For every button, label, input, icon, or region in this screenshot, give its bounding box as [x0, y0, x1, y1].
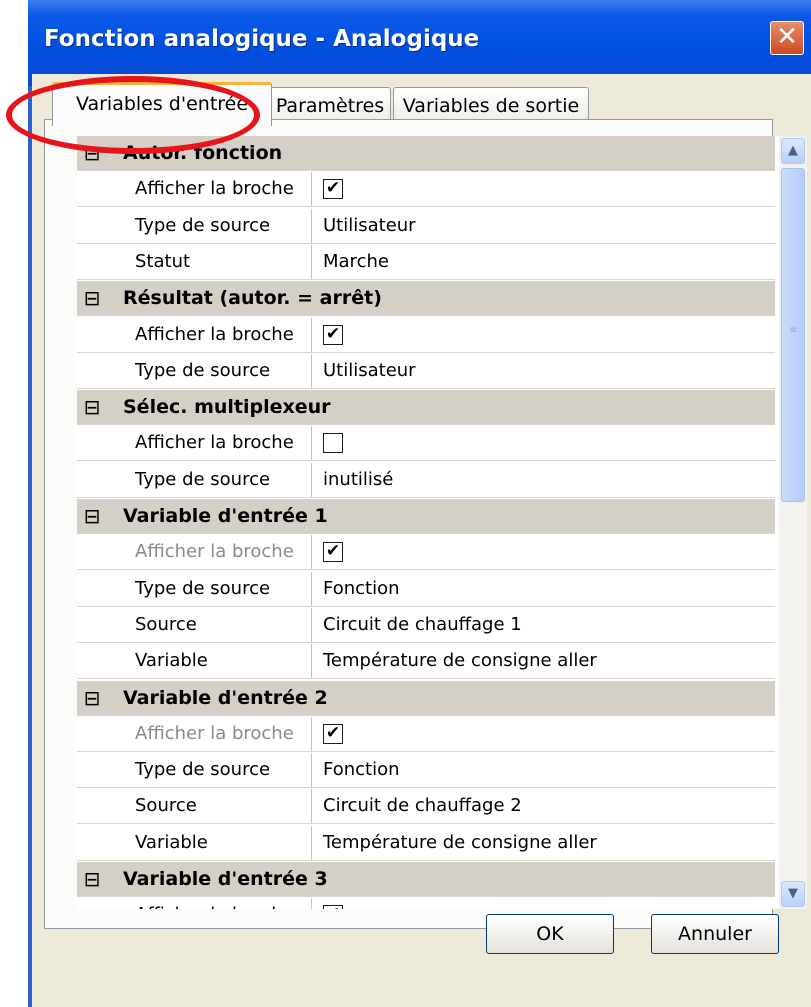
category-title: Variable d'entrée 3 [123, 868, 328, 890]
property-value[interactable]: ✔ [313, 717, 775, 751]
property-label: Type de source [129, 208, 312, 243]
category-header[interactable]: ⊟ Variable d'entrée 1 [77, 499, 775, 534]
property-label: Type de source [129, 571, 312, 606]
property-row[interactable]: Afficher la broche ✔ [77, 317, 775, 353]
property-row[interactable]: Afficher la broche ✔ [77, 535, 775, 571]
property-value[interactable]: ✔ [313, 535, 775, 569]
tab-label: Paramètres [275, 95, 385, 117]
vertical-scrollbar[interactable]: ▲ ≡ ▼ [779, 136, 807, 909]
show-pin-checkbox[interactable]: ✔ [323, 542, 343, 563]
property-row[interactable]: Variable Température de consigne aller [77, 825, 775, 861]
property-value[interactable]: Circuit de chauffage 2 [313, 789, 775, 823]
show-pin-checkbox[interactable] [323, 433, 343, 454]
property-value[interactable]: ✔ [313, 172, 775, 206]
property-label: Source [129, 789, 312, 824]
category-title: Résultat (autor. = arrêt) [123, 287, 382, 310]
show-pin-checkbox[interactable]: ✔ [323, 179, 343, 200]
ok-button[interactable]: OK [486, 914, 614, 954]
property-label: Afficher la broche [129, 716, 312, 751]
property-value[interactable] [313, 426, 775, 460]
category-header[interactable]: ⊟ Variable d'entrée 3 [77, 862, 775, 897]
close-button[interactable]: ✕ [770, 21, 804, 55]
collapse-icon[interactable]: ⊟ [81, 687, 103, 709]
property-value[interactable]: Fonction [313, 753, 775, 787]
chevron-up-icon: ▲ [788, 143, 798, 158]
property-row[interactable]: Type de source inutilisé [77, 462, 775, 498]
show-pin-checkbox[interactable]: ✔ [323, 723, 343, 744]
property-value[interactable]: Marche [313, 245, 775, 279]
property-label: Variable [129, 825, 312, 860]
property-label: Type de source [129, 353, 312, 388]
property-label: Type de source [129, 462, 312, 497]
show-pin-checkbox[interactable]: ✔ [323, 324, 343, 345]
chevron-down-icon: ▼ [788, 886, 798, 901]
property-value[interactable]: Utilisateur [313, 354, 775, 388]
property-row[interactable]: Afficher la broche ✔ [77, 716, 775, 752]
property-value[interactable]: ✔ [313, 898, 775, 909]
collapse-icon[interactable]: ⊟ [81, 287, 103, 309]
property-label: Afficher la broche [129, 898, 312, 909]
property-value[interactable]: Température de consigne aller [313, 826, 775, 860]
property-row[interactable]: Type de source Fonction [77, 753, 775, 789]
property-row[interactable]: Variable Température de consigne aller [77, 644, 775, 680]
property-row[interactable]: Afficher la broche ✔ [77, 898, 775, 909]
category-header[interactable]: ⊟ Sélec. multiplexeur [77, 390, 775, 426]
property-value[interactable]: Utilisateur [313, 209, 775, 243]
close-icon: ✕ [776, 22, 798, 52]
cancel-button[interactable]: Annuler [651, 914, 779, 954]
property-value[interactable]: ✔ [313, 318, 775, 352]
property-row[interactable]: Type de source Utilisateur [77, 353, 775, 389]
property-label: Source [129, 607, 312, 642]
scroll-up-button[interactable]: ▲ [781, 138, 805, 164]
property-row[interactable]: Source Circuit de chauffage 2 [77, 789, 775, 825]
property-label: Type de source [129, 753, 312, 788]
property-row[interactable]: Statut Marche [77, 244, 775, 280]
property-label: Variable [129, 644, 312, 679]
category-header[interactable]: ⊟ Résultat (autor. = arrêt) [77, 281, 775, 317]
scroll-thumb[interactable]: ≡ [781, 168, 805, 502]
category-header[interactable]: ⊟ Variable d'entrée 2 [77, 680, 775, 716]
window-title: Fonction analogique - Analogique [44, 26, 480, 52]
collapse-icon[interactable]: ⊟ [81, 505, 103, 527]
annotation-ellipse [6, 76, 260, 154]
property-label: Afficher la broche [129, 426, 312, 461]
collapse-icon[interactable]: ⊟ [81, 868, 103, 890]
category-title: Sélec. multiplexeur [123, 396, 331, 419]
category-title: Variable d'entrée 2 [123, 686, 328, 709]
property-row[interactable]: Source Circuit de chauffage 1 [77, 607, 775, 643]
collapse-icon[interactable]: ⊟ [81, 396, 103, 418]
property-grid: ⊟ Autor. fonction Afficher la broche ✔ Type … [77, 136, 779, 909]
property-row[interactable]: Afficher la broche ✔ [77, 172, 775, 208]
tab-label: Variables de sortie [402, 95, 580, 117]
property-label: Afficher la broche [129, 535, 312, 570]
property-row[interactable]: Afficher la broche [77, 426, 775, 462]
property-value[interactable]: Température de consigne aller [313, 644, 775, 678]
property-label: Afficher la broche [129, 172, 312, 207]
desktop-edge [0, 0, 28, 1007]
property-value[interactable]: Fonction [313, 572, 775, 606]
grip-icon: ≡ [789, 325, 798, 336]
category-title: Variable d'entrée 1 [123, 505, 328, 527]
property-row[interactable]: Type de source Fonction [77, 571, 775, 607]
property-row[interactable]: Type de source Utilisateur [77, 208, 775, 244]
show-pin-checkbox[interactable]: ✔ [323, 905, 343, 909]
property-value[interactable]: inutilisé [313, 463, 775, 497]
property-label: Afficher la broche [129, 317, 312, 352]
scroll-down-button[interactable]: ▼ [781, 881, 805, 907]
property-label: Statut [129, 244, 312, 279]
property-value[interactable]: Circuit de chauffage 1 [313, 608, 775, 642]
